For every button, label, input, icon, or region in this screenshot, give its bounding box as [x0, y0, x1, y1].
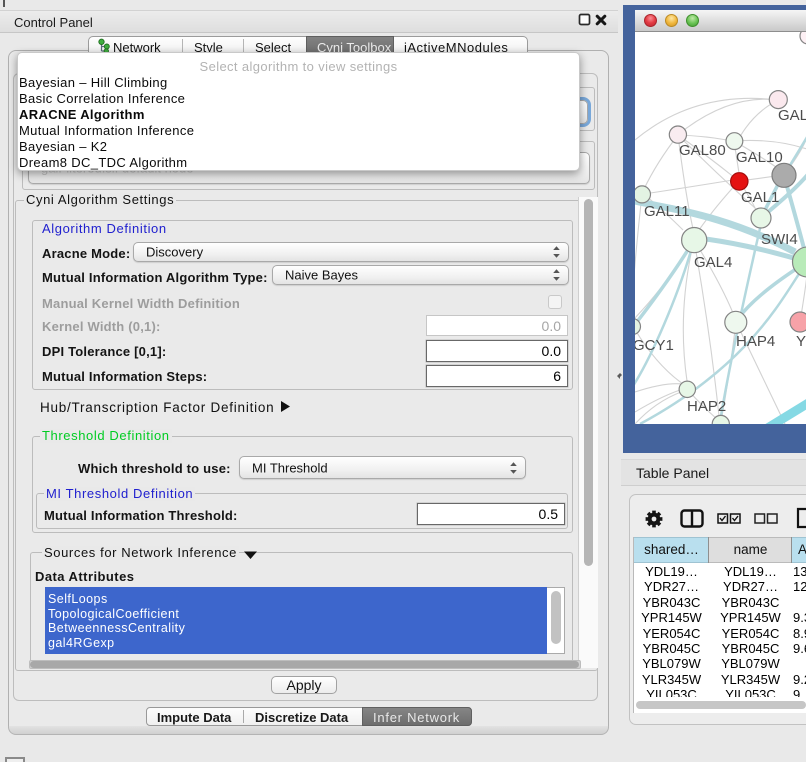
- svg-text:Y: Y: [796, 333, 806, 350]
- svg-text:GCY1: GCY1: [635, 337, 674, 354]
- svg-text:GAL10: GAL10: [736, 149, 783, 166]
- svg-text:GAL1: GAL1: [741, 189, 779, 206]
- svg-text:GAL11: GAL11: [644, 203, 690, 220]
- svg-text:GAL7: GAL7: [778, 107, 806, 124]
- svg-text:GAL80: GAL80: [679, 142, 726, 159]
- svg-text:SWI4: SWI4: [761, 231, 798, 248]
- svg-text:GAL4: GAL4: [694, 254, 732, 271]
- svg-text:HAP2: HAP2: [687, 398, 726, 415]
- svg-text:HAP4: HAP4: [736, 333, 775, 350]
